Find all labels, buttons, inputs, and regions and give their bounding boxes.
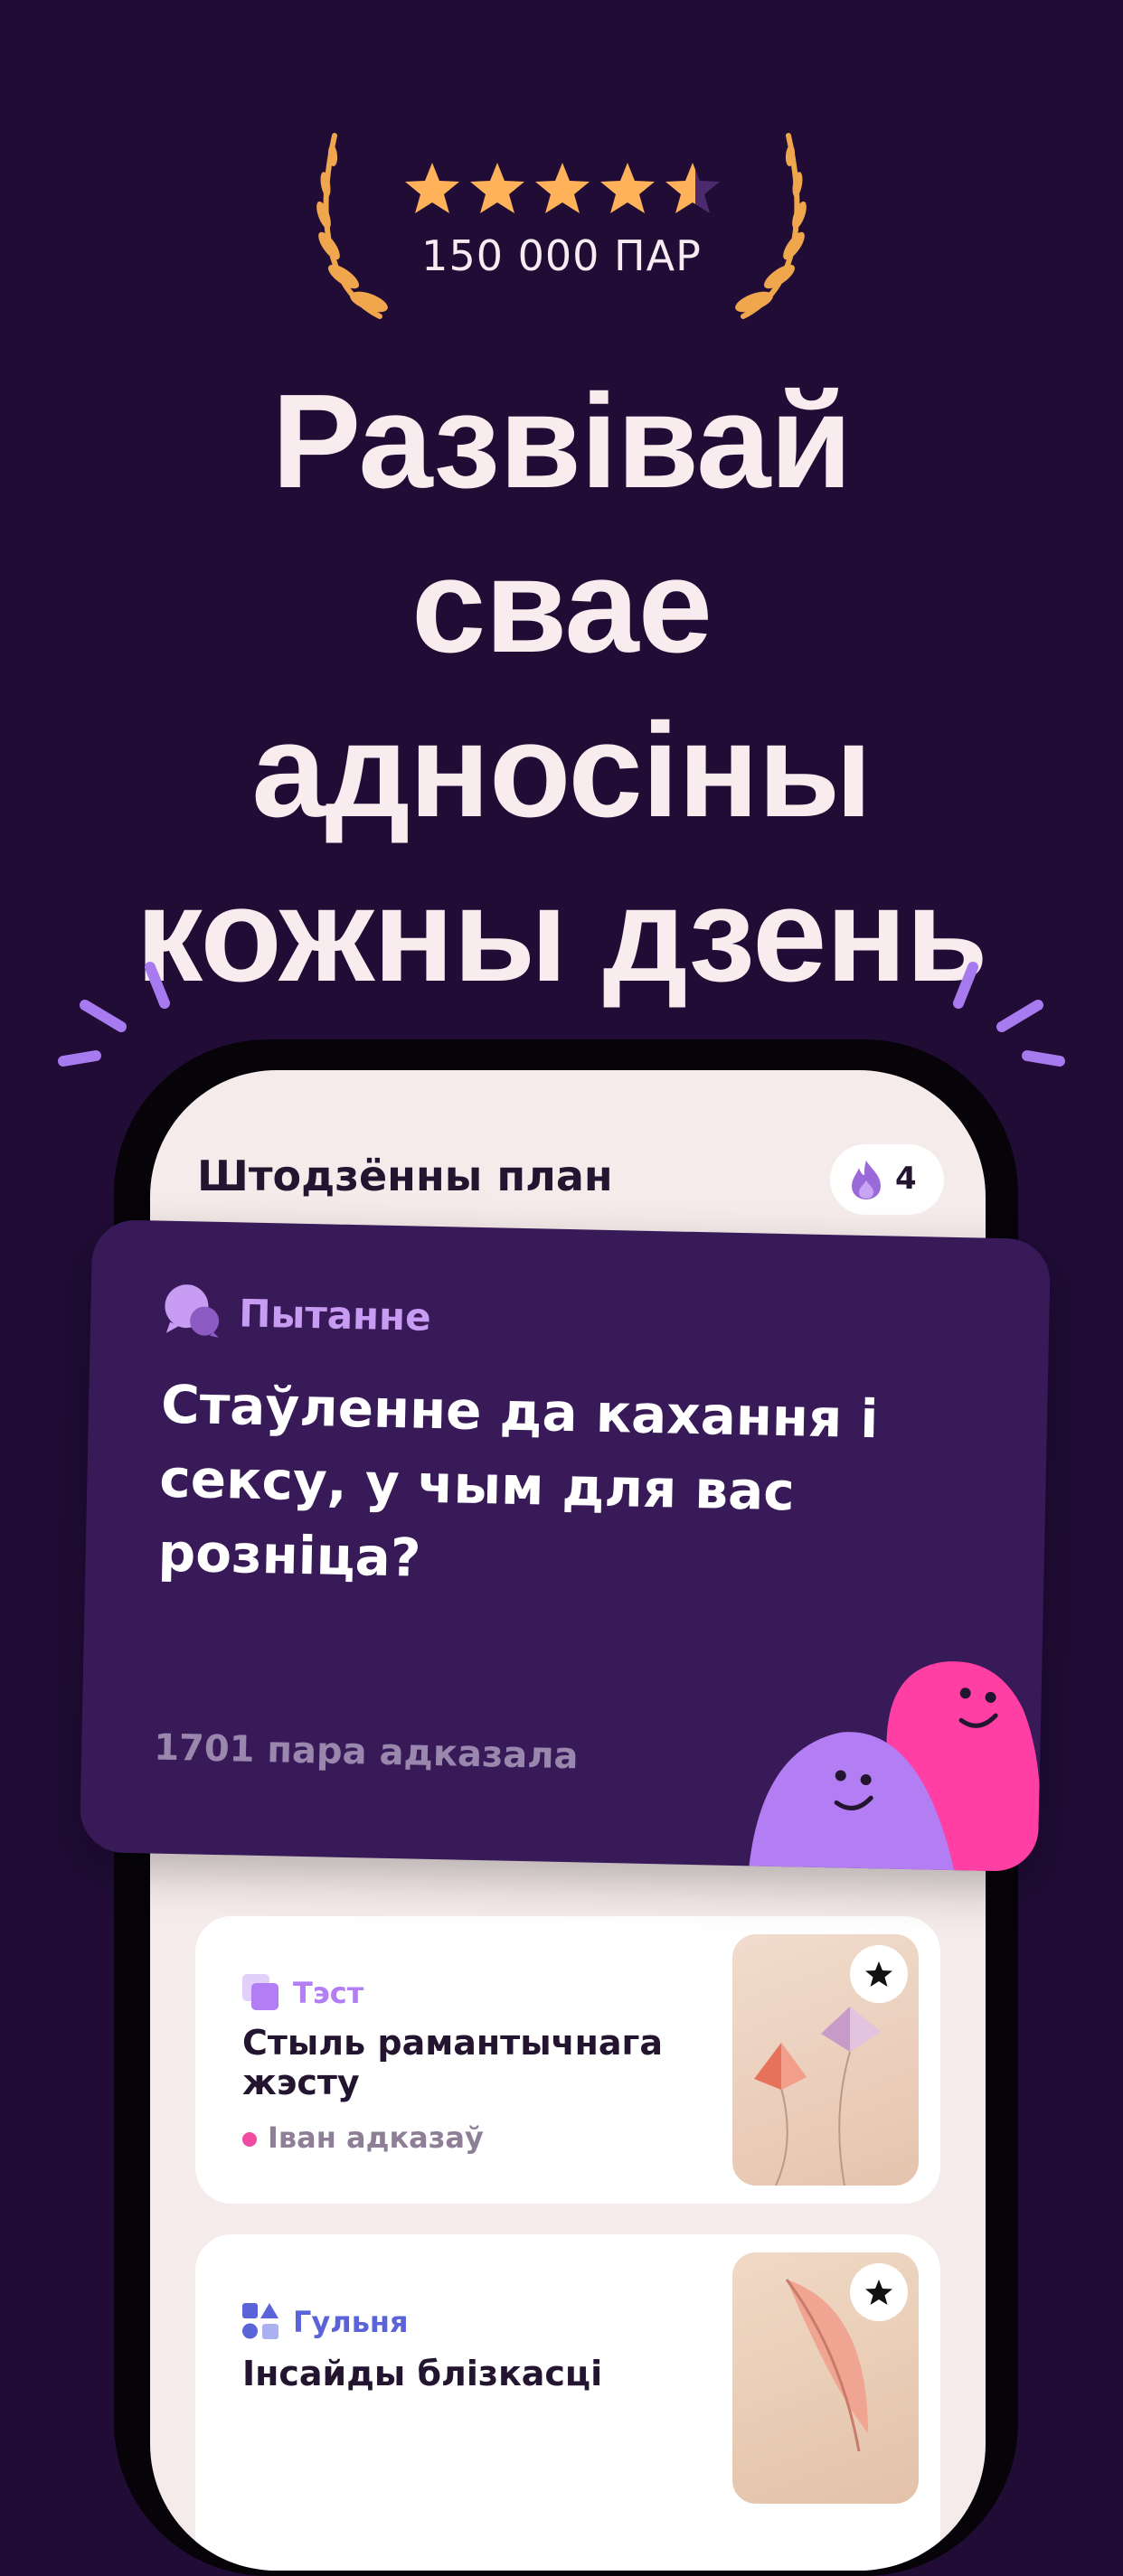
pairs-count: 150 000 ПАР [421, 231, 702, 280]
daily-plan-title: Штодзённы план [197, 1152, 613, 1200]
test-squares-icon [242, 1974, 278, 2010]
laurel-left-icon [316, 133, 388, 319]
task-title: Стыль рамантычнага жэсту [242, 2023, 664, 2102]
star-icon [865, 1961, 892, 1987]
laurel-right-icon [735, 133, 807, 319]
question-card[interactable]: Пытанне Стаўленне да кахання і сексу, у … [79, 1218, 1052, 1873]
streak-badge[interactable]: 4 [830, 1144, 944, 1215]
headline-line-2: свае [411, 531, 712, 681]
status-dot [242, 2132, 257, 2147]
task-type-label: Тэст [293, 1976, 364, 2010]
chat-bubbles-icon [165, 1284, 220, 1338]
rating-stars [405, 163, 720, 213]
star-icon [865, 2280, 892, 2305]
headline-line-3: адносіны [251, 696, 872, 845]
game-shapes-icon [242, 2303, 278, 2339]
task-thumbnail [732, 1934, 919, 2186]
rating-block: 150 000 ПАР [0, 127, 1123, 334]
task-card[interactable]: Тэст Стыль рамантычнага жэсту Іван адказ… [195, 1916, 940, 2204]
question-text: Стаўленне да кахання і сексу, у чым для … [157, 1373, 880, 1589]
spark-left-icon [58, 962, 170, 1067]
task-status-text: Іван адказаў [268, 2120, 484, 2155]
answered-count: 1701 пара адказала [153, 1726, 580, 1778]
headline-line-1: Развівай [271, 367, 853, 516]
question-badge-label: Пытанне [238, 1291, 432, 1340]
headline: Развівай свае адносіны кожны дзень [0, 360, 1123, 1018]
task-card[interactable]: Гульня Інсайды блізкасці [195, 2234, 940, 2571]
mascots-illustration [748, 1661, 1042, 1873]
spark-right-icon [953, 962, 1065, 1067]
task-thumbnail [732, 2252, 919, 2504]
flame-icon [852, 1161, 881, 1199]
task-status: Іван адказаў [242, 2120, 484, 2155]
streak-count: 4 [895, 1161, 917, 1197]
task-title: Інсайды блізкасці [242, 2354, 603, 2393]
favorite-button[interactable] [850, 1945, 908, 2003]
favorite-button[interactable] [850, 2263, 908, 2321]
task-type-label: Гульня [293, 2305, 409, 2339]
